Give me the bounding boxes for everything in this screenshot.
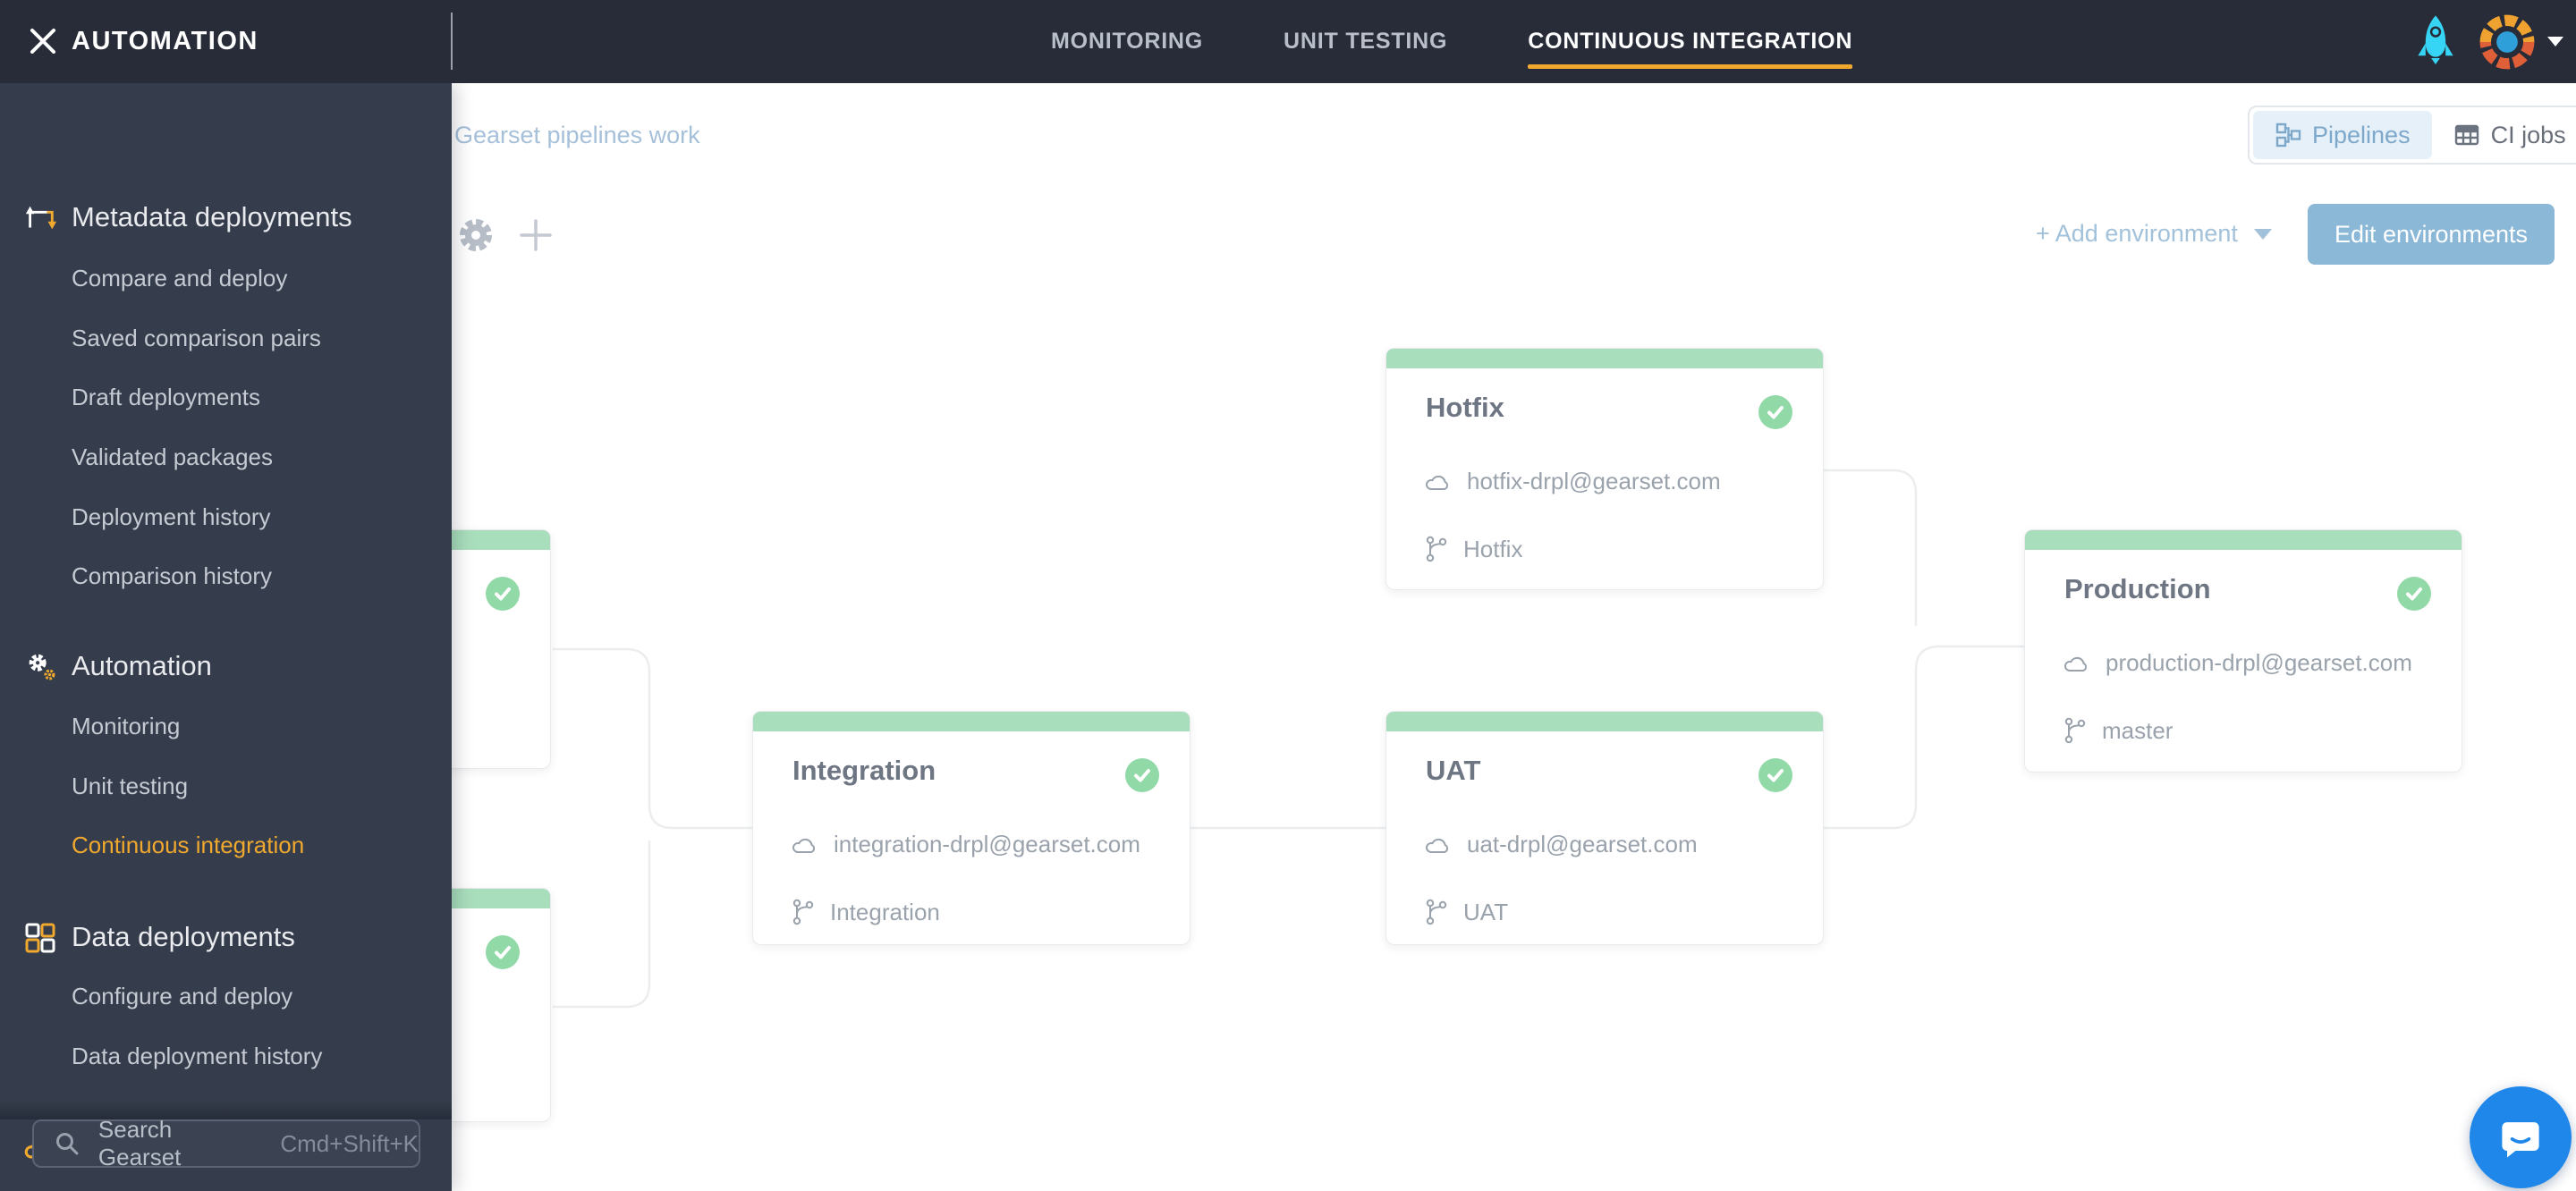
add-node-button[interactable] bbox=[517, 216, 555, 258]
cloud-icon bbox=[2064, 656, 2088, 672]
whats-new-button[interactable] bbox=[2413, 14, 2458, 69]
tab-continuous-integration[interactable]: CONTINUOUS INTEGRATION bbox=[1528, 29, 1853, 69]
org-username: integration-drpl@gearset.com bbox=[834, 831, 1140, 857]
environment-card-integration[interactable]: Integration integration-drpl@gearset.com… bbox=[752, 711, 1191, 945]
status-check-icon bbox=[2397, 577, 2431, 611]
gear-icon bbox=[460, 219, 492, 251]
cloud-icon bbox=[1426, 838, 1449, 853]
sidebar-item-continuous-integration[interactable]: Continuous integration bbox=[0, 827, 452, 863]
sidebar-item-data-deployment-history[interactable]: Data deployment history bbox=[0, 1038, 452, 1074]
status-check-icon bbox=[1758, 758, 1792, 792]
add-environment-label: + Add environment bbox=[2036, 220, 2238, 247]
search-input[interactable]: Search Gearset Cmd+Shift+K bbox=[32, 1116, 420, 1170]
account-menu[interactable] bbox=[2478, 13, 2563, 72]
environment-card-production[interactable]: Production production-drpl@gearset.com m… bbox=[2024, 529, 2462, 773]
sidebar-item-saved-comparison-pairs[interactable]: Saved comparison pairs bbox=[0, 320, 452, 356]
branch-icon bbox=[792, 899, 814, 925]
branch-name: UAT bbox=[1463, 898, 1509, 925]
environment-name: Production bbox=[2064, 573, 2211, 604]
chevron-down-icon bbox=[2253, 228, 2272, 240]
sidebar-section-metadata-deployments[interactable]: Metadata deployments bbox=[0, 199, 452, 235]
branch-icon bbox=[2064, 717, 2086, 744]
view-toggle: Pipelines CI jobs bbox=[2248, 106, 2576, 165]
environment-name: Integration bbox=[792, 755, 936, 786]
sidebar-item-monitoring[interactable]: Monitoring bbox=[0, 708, 452, 744]
environment-card-hotfix[interactable]: Hotfix hotfix-drpl@gearset.com Hotfix bbox=[1385, 348, 1824, 590]
app-section-title: AUTOMATION bbox=[72, 27, 258, 55]
sidebar-item-comparison-history[interactable]: Comparison history bbox=[0, 558, 452, 594]
sidebar-section-label: Metadata deployments bbox=[72, 201, 352, 232]
status-check-icon bbox=[486, 577, 520, 611]
status-check-icon bbox=[1758, 395, 1792, 429]
tab-pipelines[interactable]: Pipelines bbox=[2253, 111, 2432, 159]
chat-icon bbox=[2502, 1122, 2539, 1158]
chevron-down-icon bbox=[2547, 37, 2563, 46]
close-icon bbox=[30, 29, 55, 54]
environment-name: Hotfix bbox=[1426, 392, 1504, 423]
gearset-logo-avatar bbox=[2479, 14, 2535, 69]
chat-launcher-button[interactable] bbox=[2470, 1086, 2572, 1188]
status-bar bbox=[753, 712, 1190, 731]
repeat-icon bbox=[25, 206, 57, 230]
plus-icon bbox=[520, 219, 552, 251]
tab-ci-jobs[interactable]: CI jobs bbox=[2432, 111, 2576, 159]
pipeline-settings-button[interactable] bbox=[455, 215, 496, 260]
org-username: production-drpl@gearset.com bbox=[2106, 649, 2412, 676]
tab-monitoring[interactable]: MONITORING bbox=[1051, 29, 1203, 55]
status-check-icon bbox=[486, 935, 520, 969]
sidebar-item-draft-deployments[interactable]: Draft deployments bbox=[0, 379, 452, 415]
pipelines-icon bbox=[2275, 122, 2301, 148]
pipelines-help-link[interactable]: Gearset pipelines work bbox=[454, 122, 700, 149]
status-bar bbox=[1386, 349, 1823, 368]
cloud-icon bbox=[1426, 475, 1449, 490]
branch-name: Hotfix bbox=[1463, 535, 1523, 562]
status-check-icon bbox=[1125, 758, 1159, 792]
close-menu-button[interactable] bbox=[25, 23, 61, 59]
sidebar-section-label: Data deployments bbox=[72, 921, 295, 952]
search-placeholder: Search Gearset bbox=[97, 1116, 182, 1170]
navbar-divider bbox=[451, 13, 453, 70]
ci-jobs-icon bbox=[2454, 124, 2479, 146]
branch-name: Integration bbox=[830, 898, 940, 925]
grid-icon bbox=[25, 923, 55, 953]
sidebar-item-compare-and-deploy[interactable]: Compare and deploy bbox=[0, 260, 452, 296]
environment-name: UAT bbox=[1426, 755, 1481, 786]
sidebar-item-configure-and-deploy[interactable]: Configure and deploy bbox=[0, 978, 452, 1014]
cloud-icon bbox=[792, 838, 816, 853]
sidebar-item-deployment-history[interactable]: Deployment history bbox=[0, 499, 452, 535]
tab-ci-jobs-label: CI jobs bbox=[2490, 121, 2566, 148]
search-icon bbox=[55, 1133, 79, 1155]
sidebar-item-unit-testing[interactable]: Unit testing bbox=[0, 768, 452, 804]
branch-name: master bbox=[2102, 716, 2174, 744]
sidebar-section-label: Automation bbox=[72, 650, 212, 681]
status-bar bbox=[1386, 712, 1823, 731]
status-bar bbox=[2025, 530, 2462, 550]
tab-unit-testing[interactable]: UNIT TESTING bbox=[1284, 29, 1447, 55]
sidebar-section-data-deployments[interactable]: Data deployments bbox=[0, 919, 452, 955]
environment-card-uat[interactable]: UAT uat-drpl@gearset.com UAT bbox=[1385, 711, 1824, 945]
sidebar: Metadata deployments Compare and deploy … bbox=[0, 83, 452, 1191]
sidebar-section-automation[interactable]: Automation bbox=[0, 648, 452, 684]
gears-icon bbox=[29, 654, 55, 680]
search-shortcut: Cmd+Shift+K bbox=[280, 1129, 419, 1157]
branch-icon bbox=[1426, 899, 1447, 925]
top-navbar: AUTOMATION MONITORING UNIT TESTING CONTI… bbox=[0, 0, 2576, 83]
branch-icon bbox=[1426, 536, 1447, 562]
tab-pipelines-label: Pipelines bbox=[2312, 121, 2411, 148]
add-environment-dropdown[interactable]: + Add environment bbox=[2036, 220, 2272, 248]
org-username: hotfix-drpl@gearset.com bbox=[1467, 468, 1721, 494]
sidebar-item-validated-packages[interactable]: Validated packages bbox=[0, 439, 452, 475]
org-username: uat-drpl@gearset.com bbox=[1467, 831, 1698, 857]
navbar-tabs: MONITORING UNIT TESTING CONTINUOUS INTEG… bbox=[1051, 0, 1853, 83]
edit-environments-button[interactable]: Edit environments bbox=[2308, 204, 2555, 265]
rocket-icon bbox=[2418, 15, 2453, 64]
